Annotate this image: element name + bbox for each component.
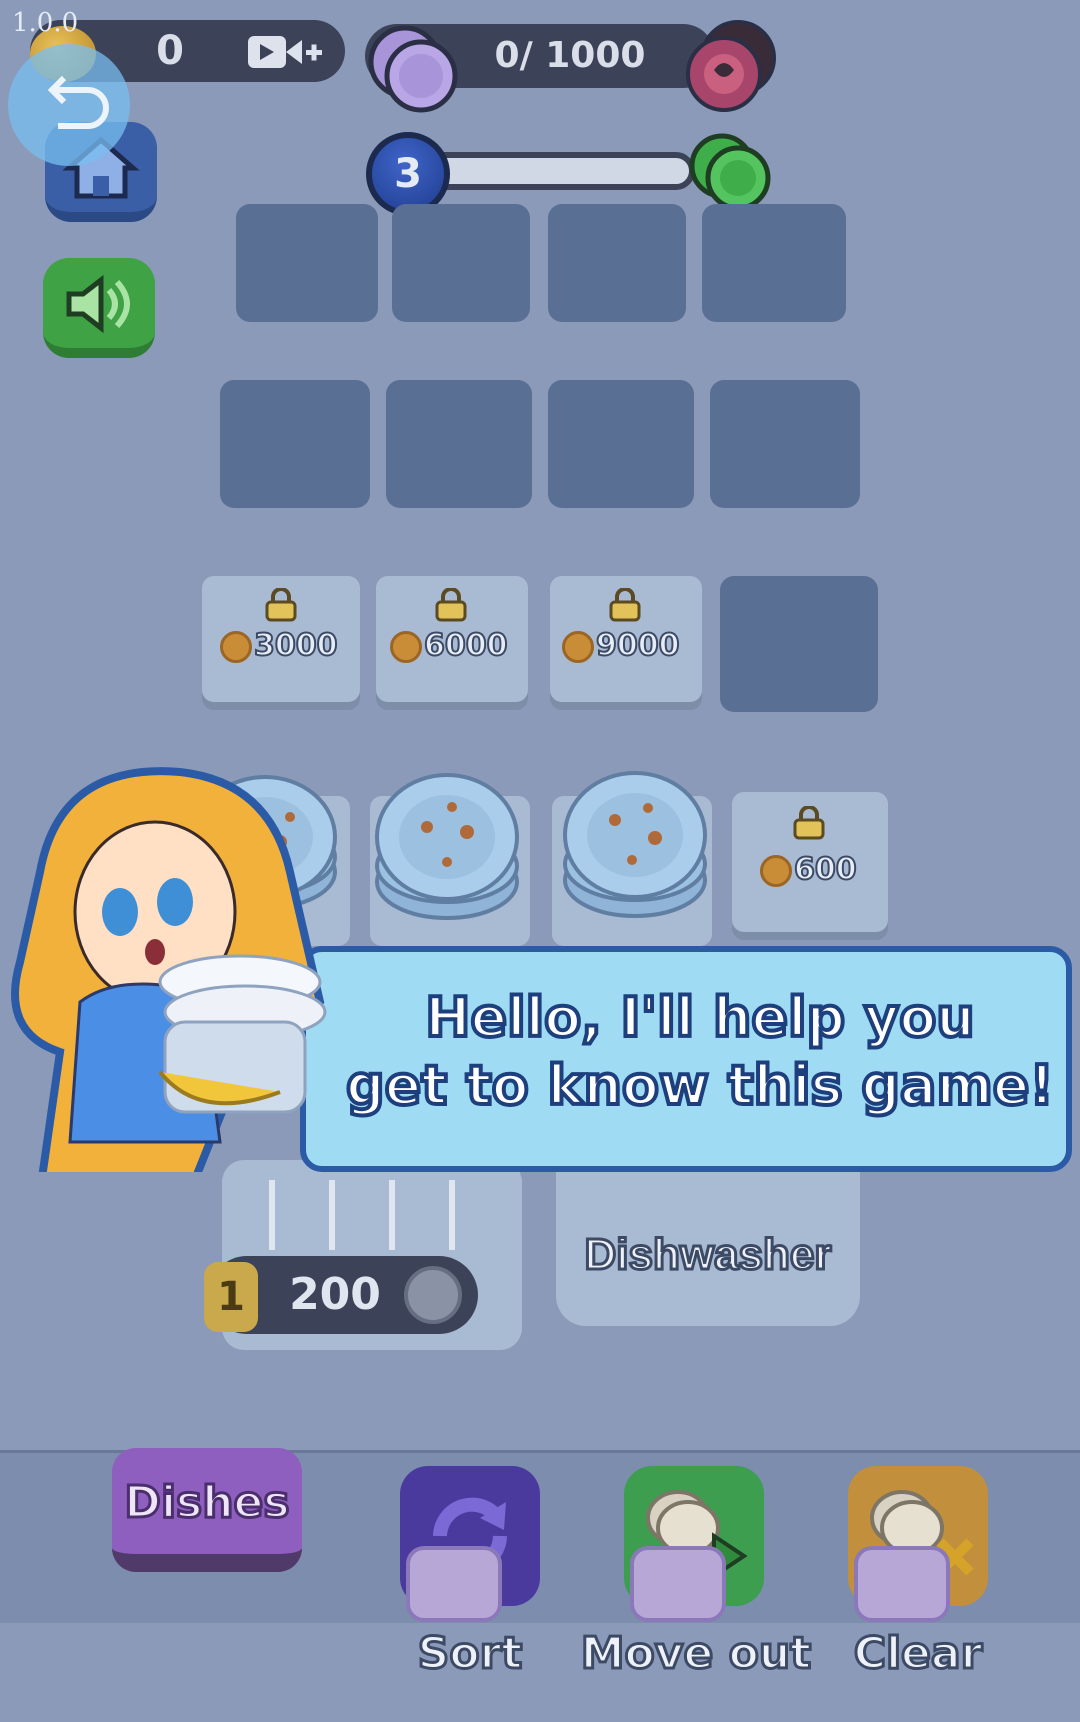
locked-stack-slot[interactable]: 600 <box>732 792 888 932</box>
sound-button[interactable] <box>43 258 155 358</box>
empty-slot[interactable] <box>548 204 686 322</box>
video-plus-icon[interactable] <box>246 32 326 72</box>
empty-slot[interactable] <box>702 204 846 322</box>
coin-icon <box>390 630 422 663</box>
slot-price: 3000 <box>253 627 338 664</box>
video-ad-icon <box>406 1546 502 1622</box>
chip-icon <box>686 20 776 112</box>
slot-price: 600 <box>793 851 858 888</box>
coin-icon <box>760 854 792 887</box>
video-ad-icon <box>854 1546 950 1622</box>
empty-slot[interactable] <box>220 380 370 508</box>
locked-slot[interactable]: 9000 <box>550 576 702 702</box>
helper-character <box>11 767 327 1172</box>
tutorial-line-1: Hello, I'll help you <box>423 984 976 1051</box>
rack-level-badge: 1 <box>204 1262 258 1332</box>
dirty-plate-stack[interactable] <box>560 760 710 920</box>
plate-stack-icon <box>368 25 458 113</box>
clear-label: Clear <box>852 1627 984 1681</box>
dishwasher-label: Dishwasher <box>583 1229 833 1281</box>
empty-slot[interactable] <box>548 380 694 508</box>
empty-slot[interactable] <box>710 380 860 508</box>
level-progress-track <box>415 152 695 190</box>
tutorial-text: Hello, I'll help you get to know this ga… <box>320 984 1080 1120</box>
lock-icon <box>435 588 467 622</box>
tutorial-line-2: get to know this game! <box>344 1052 1056 1119</box>
dirty-plate-stack[interactable] <box>372 762 522 922</box>
empty-slot[interactable] <box>236 204 378 322</box>
coin-icon <box>562 630 594 663</box>
back-icon <box>47 75 109 129</box>
move-out-label: Move out <box>579 1627 812 1681</box>
green-plates-icon <box>689 133 771 211</box>
lock-icon <box>609 588 641 622</box>
rack-price: 200 <box>289 1269 381 1320</box>
sound-icon <box>66 274 130 334</box>
slot-price: 6000 <box>423 627 508 664</box>
empty-slot[interactable] <box>720 576 878 712</box>
sort-label: Sort <box>416 1627 524 1681</box>
version-label: 1.0.0 <box>12 8 79 38</box>
lock-icon <box>793 806 825 840</box>
coin-count: 0 <box>156 28 184 74</box>
dishes-button[interactable]: Dishes <box>112 1448 302 1572</box>
plate-progress-text: 0/ 1000 <box>494 35 646 76</box>
coin-icon <box>404 1266 462 1324</box>
lock-icon <box>265 588 297 622</box>
empty-slot[interactable] <box>386 380 532 508</box>
video-ad-icon <box>630 1546 726 1622</box>
locked-slot[interactable]: 6000 <box>376 576 528 702</box>
coin-icon <box>220 630 252 663</box>
locked-slot[interactable]: 3000 <box>202 576 360 702</box>
back-button[interactable] <box>8 44 130 166</box>
slot-price: 9000 <box>595 627 680 664</box>
empty-slot[interactable] <box>392 204 530 322</box>
